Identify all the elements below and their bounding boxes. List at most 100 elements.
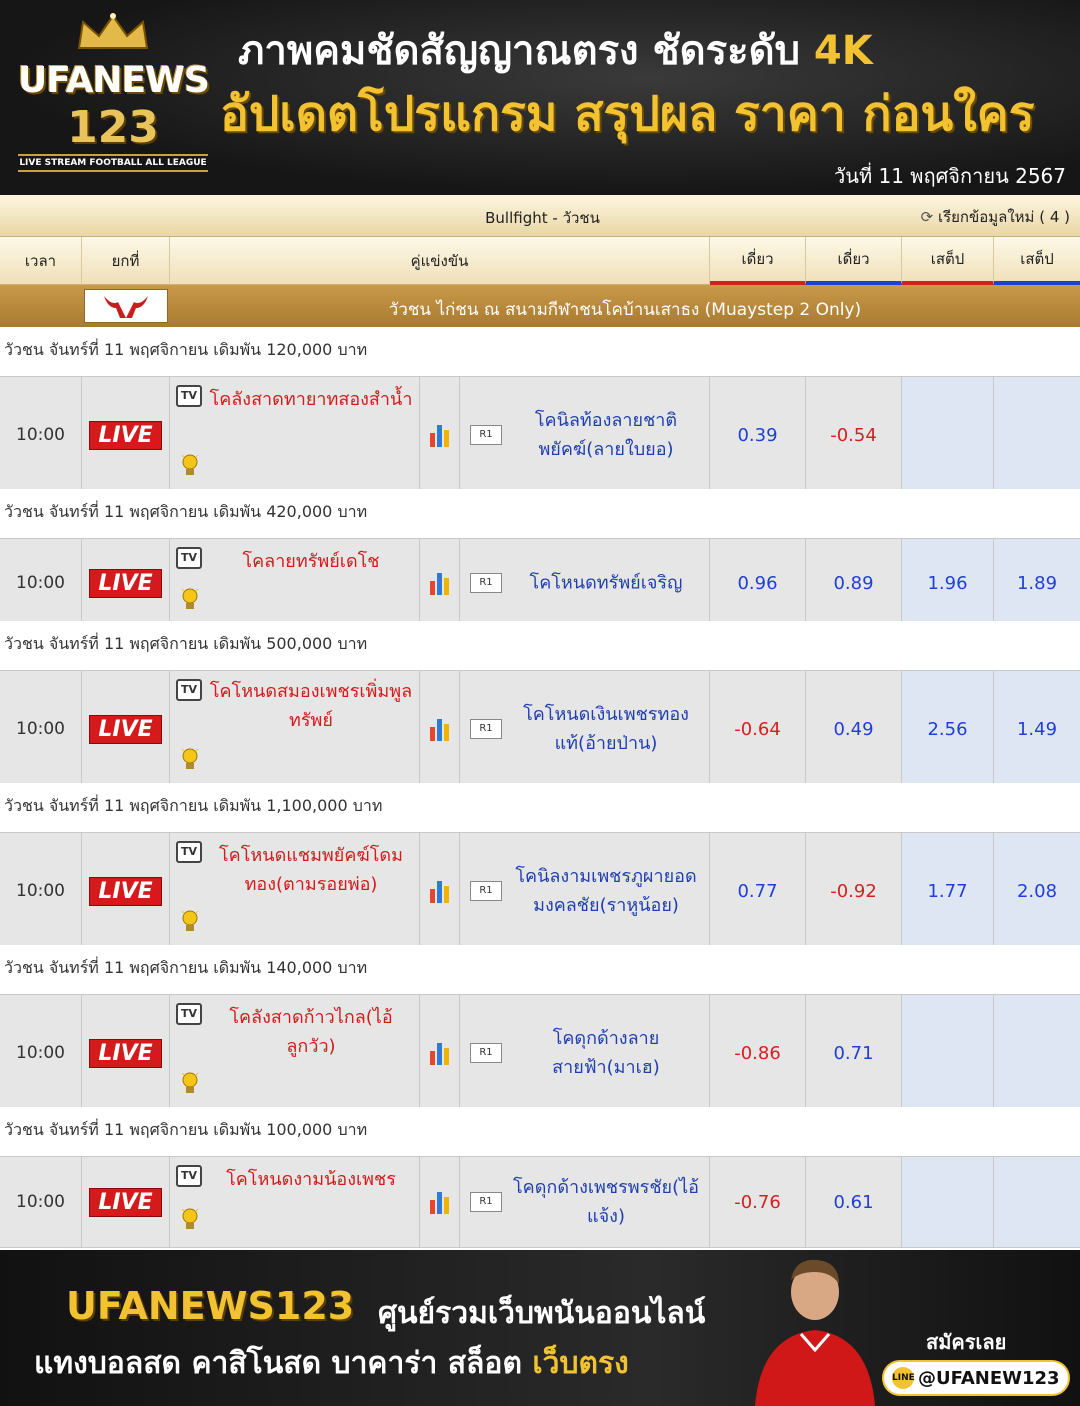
player-image bbox=[755, 1259, 875, 1406]
tv-icon[interactable]: TV bbox=[176, 679, 202, 701]
odds-single-home[interactable]: -0.64 bbox=[710, 671, 806, 787]
league-name: วัวชน ไก่ชน ณ สนามกีฬาชนโคบ้านเสาธง (Mua… bbox=[388, 300, 862, 320]
col-single-away: เดี่ยว bbox=[806, 237, 902, 285]
logo-text-123: 123 bbox=[67, 102, 159, 153]
match-time: 10:00 bbox=[0, 539, 82, 627]
odds-step-home[interactable] bbox=[902, 995, 994, 1111]
away-team-name: โคโหนดทรัพย์เจริญ bbox=[529, 572, 683, 594]
stats-icon[interactable] bbox=[428, 877, 452, 905]
tv-icon[interactable]: TV bbox=[176, 841, 202, 863]
tv-icon[interactable]: TV bbox=[176, 1165, 202, 1187]
live-button[interactable]: LIVE bbox=[89, 1038, 162, 1068]
bet-amount-header: วัวชน จันทร์ที่ 11 พฤศจิกายน เดิมพัน 140… bbox=[0, 945, 1080, 989]
odds-single-away[interactable]: 0.89 bbox=[806, 539, 902, 627]
lightbulb-icon[interactable] bbox=[180, 747, 200, 773]
odds-single-away[interactable]: 0.61 bbox=[806, 1157, 902, 1247]
match-time: 10:00 bbox=[0, 377, 82, 493]
odds-single-home[interactable]: 0.39 bbox=[710, 377, 806, 493]
lightbulb-icon[interactable] bbox=[180, 587, 200, 613]
odds-single-home[interactable]: -0.86 bbox=[710, 995, 806, 1111]
headline-primary-text: ภาพคมชัดสัญญาณตรง ชัดระดับ bbox=[238, 28, 814, 74]
odds-step-away[interactable]: 1.89 bbox=[994, 539, 1080, 627]
stats-cell bbox=[420, 671, 460, 787]
lightbulb-icon[interactable] bbox=[180, 1071, 200, 1097]
odds-step-home[interactable]: 1.77 bbox=[902, 833, 994, 949]
tv-icon[interactable]: TV bbox=[176, 1003, 202, 1025]
match-row: 10:00 LIVE TV โคลังสาดทายาทสองสำน้ำ R1 โคนิลท… bbox=[0, 376, 1080, 494]
bet-amount-header: วัวชน จันทร์ที่ 11 พฤศจิกายน เดิมพัน 100… bbox=[0, 1107, 1080, 1151]
odds-single-away[interactable]: 0.49 bbox=[806, 671, 902, 787]
live-cell: LIVE bbox=[82, 671, 170, 787]
tv-icon[interactable]: TV bbox=[176, 385, 202, 407]
odds-step-away[interactable] bbox=[994, 995, 1080, 1111]
stats-icon[interactable] bbox=[428, 421, 452, 449]
home-cell: TV โคลังสาดทายาทสองสำน้ำ bbox=[170, 377, 420, 493]
refresh-icon: ⟳ bbox=[920, 208, 934, 226]
match-row: 10:00 LIVE TV โคโหนดสมองเพชรเพิ่มพูลทรัพย์ R… bbox=[0, 670, 1080, 788]
stats-cell bbox=[420, 833, 460, 949]
live-cell: LIVE bbox=[82, 377, 170, 493]
odds-single-home[interactable]: -0.76 bbox=[710, 1157, 806, 1247]
refresh-button[interactable]: ⟳ เรียกข้อมูลใหม่ ( 4 ) bbox=[921, 205, 1070, 229]
col-single-home: เดี่ยว bbox=[710, 237, 806, 285]
site-logo[interactable]: UFANEWS 123 LIVE STREAM FOOTBALL ALL LEA… bbox=[18, 12, 210, 184]
signup-label: สมัครเลย bbox=[926, 1330, 1007, 1354]
match-time: 10:00 bbox=[0, 833, 82, 949]
odds-single-away[interactable]: -0.92 bbox=[806, 833, 902, 949]
live-button[interactable]: LIVE bbox=[89, 714, 162, 744]
away-cell: R1 โคดุกด้างลายสายฟ้า(มาเฮ) bbox=[460, 995, 710, 1111]
tv-icon[interactable]: TV bbox=[176, 547, 202, 569]
odds-step-home[interactable]: 1.96 bbox=[902, 539, 994, 627]
headline-4k: 4K bbox=[813, 28, 873, 74]
away-team-name: โคดุกด้างลายสายฟ้า(มาเฮ) bbox=[552, 1028, 660, 1078]
stats-icon[interactable] bbox=[428, 569, 452, 597]
footer-services: แทงบอลสด คาสิโนสด บาคาร่า สล็อต เว็บตรง bbox=[34, 1340, 629, 1387]
odds-single-away[interactable]: 0.71 bbox=[806, 995, 902, 1111]
stats-icon[interactable] bbox=[428, 715, 452, 743]
headline-primary: ภาพคมชัดสัญญาณตรง ชัดระดับ 4K bbox=[238, 18, 873, 82]
odds-step-home[interactable]: 2.56 bbox=[902, 671, 994, 787]
odds-step-away[interactable] bbox=[994, 1157, 1080, 1247]
away-cell: R1 โคนิลท้องลายชาติพยัคฆ์(ลายใบยอ) bbox=[460, 377, 710, 493]
col-match: คู่แข่งขัน bbox=[170, 237, 710, 285]
match-row: 10:00 LIVE TV โคโหนดแชมพยัคฆ์โดมทอง(ตามรอยพ… bbox=[0, 832, 1080, 950]
odds-step-away[interactable]: 1.49 bbox=[994, 671, 1080, 787]
stats-icon[interactable] bbox=[428, 1188, 452, 1216]
live-button[interactable]: LIVE bbox=[89, 420, 162, 450]
odds-single-home[interactable]: 0.77 bbox=[710, 833, 806, 949]
odds-step-home[interactable] bbox=[902, 1157, 994, 1247]
away-team-name: โคนิลท้องลายชาติพยัคฆ์(ลายใบยอ) bbox=[534, 410, 678, 460]
live-button[interactable]: LIVE bbox=[89, 876, 162, 906]
league-flag bbox=[84, 289, 168, 323]
stats-icon[interactable] bbox=[428, 1039, 452, 1067]
away-team-name: โคโหนดเงินเพชรทองแท้(อ้ายป่าน) bbox=[523, 704, 689, 754]
bet-amount-header: วัวชน จันทร์ที่ 11 พฤศจิกายน เดิมพัน 420… bbox=[0, 489, 1080, 533]
header-date: วันที่ 11 พฤศจิกายน 2567 bbox=[834, 164, 1066, 188]
match-time: 10:00 bbox=[0, 1157, 82, 1247]
odds-single-away[interactable]: -0.54 bbox=[806, 377, 902, 493]
round-badge: R1 bbox=[470, 573, 502, 593]
odds-step-home[interactable] bbox=[902, 377, 994, 493]
lightbulb-icon[interactable] bbox=[180, 909, 200, 935]
col-step-home: เสต็ป bbox=[902, 237, 994, 285]
odds-step-away[interactable]: 2.08 bbox=[994, 833, 1080, 949]
col-time: เวลา bbox=[0, 237, 82, 285]
odds-single-home[interactable]: 0.96 bbox=[710, 539, 806, 627]
table-title: Bullfight - วัวชน bbox=[485, 209, 600, 227]
home-cell: TV โคโหนดงามน้องเพชร bbox=[170, 1157, 420, 1247]
line-id-button[interactable]: LINE @UFANEW123 bbox=[882, 1360, 1070, 1396]
footer-banner: UFANEWS123 ศูนย์รวมเว็บพนันออนไลน์ แทงบอ… bbox=[0, 1250, 1080, 1406]
logo-text-ufanews: UFANEWS bbox=[18, 60, 210, 101]
lightbulb-icon[interactable] bbox=[180, 1207, 200, 1233]
live-cell: LIVE bbox=[82, 1157, 170, 1247]
logo-tagline: LIVE STREAM FOOTBALL ALL LEAGUE bbox=[18, 154, 208, 172]
line-id: @UFANEW123 bbox=[918, 1367, 1060, 1389]
live-button[interactable]: LIVE bbox=[89, 568, 162, 598]
crown-icon bbox=[77, 13, 149, 49]
live-button[interactable]: LIVE bbox=[89, 1187, 162, 1217]
odds-step-away[interactable] bbox=[994, 377, 1080, 493]
footer-direct-web: เว็บตรง bbox=[532, 1346, 629, 1381]
lightbulb-icon[interactable] bbox=[180, 453, 200, 479]
home-team-name: โคโหนดแชมพยัคฆ์โดมทอง(ตามรอยพ่อ) bbox=[219, 845, 403, 895]
round-badge: R1 bbox=[470, 719, 502, 739]
